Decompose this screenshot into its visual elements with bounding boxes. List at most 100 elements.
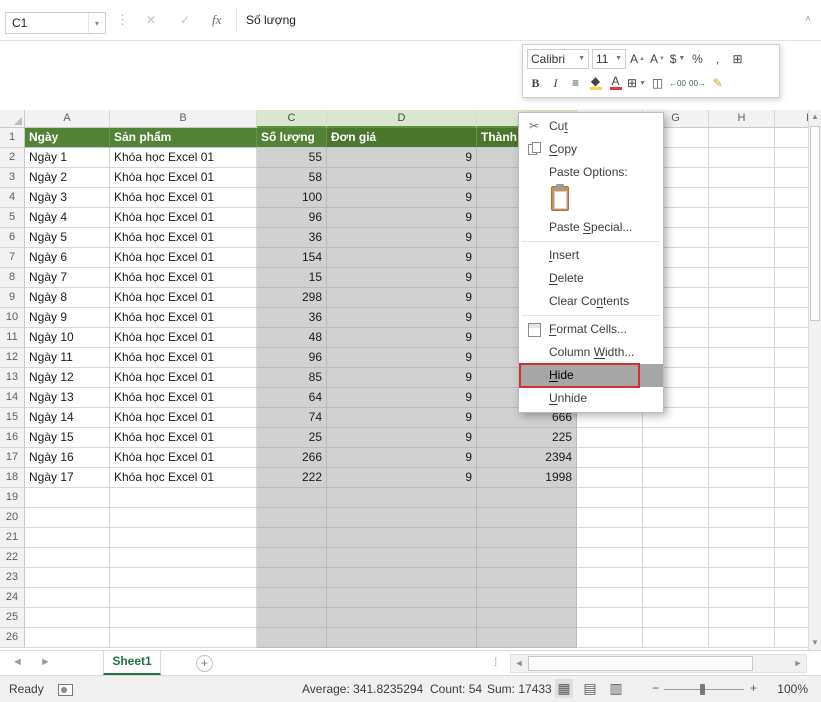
cell-G26[interactable] xyxy=(643,628,709,648)
page-break-view-button[interactable]: ▥ xyxy=(607,679,625,698)
menu-item-unhide[interactable]: Unhide xyxy=(519,387,663,410)
cell-H1[interactable] xyxy=(709,128,775,148)
cell-G18[interactable] xyxy=(643,468,709,488)
cell-B16[interactable]: Khóa học Excel 01 xyxy=(110,428,257,448)
cell-C11[interactable]: 48 xyxy=(257,328,327,348)
menu-item-insert[interactable]: Insert xyxy=(519,244,663,267)
cancel-icon[interactable]: ✕ xyxy=(146,13,156,27)
cell-E24[interactable] xyxy=(477,588,577,608)
fill-color-button[interactable]: ◆ xyxy=(587,73,604,93)
cell-B24[interactable] xyxy=(110,588,257,608)
row-header-14[interactable]: 14 xyxy=(0,388,25,408)
row-header-19[interactable]: 19 xyxy=(0,488,25,508)
cell-H9[interactable] xyxy=(709,288,775,308)
sheet-tab-sheet1[interactable]: Sheet1 xyxy=(103,651,161,675)
cell-B14[interactable]: Khóa học Excel 01 xyxy=(110,388,257,408)
zoom-slider[interactable] xyxy=(664,689,744,690)
row-header-23[interactable]: 23 xyxy=(0,568,25,588)
cell-A8[interactable]: Ngày 7 xyxy=(25,268,110,288)
cell-D9[interactable]: 9 xyxy=(327,288,477,308)
cell-D7[interactable]: 9 xyxy=(327,248,477,268)
cell-B9[interactable]: Khóa học Excel 01 xyxy=(110,288,257,308)
cell-E23[interactable] xyxy=(477,568,577,588)
column-header-I[interactable]: I xyxy=(775,110,808,128)
cell-I22[interactable] xyxy=(775,548,808,568)
cell-C14[interactable]: 64 xyxy=(257,388,327,408)
cell-I7[interactable] xyxy=(775,248,808,268)
cell-F19[interactable] xyxy=(577,488,643,508)
vertical-scroll-thumb[interactable] xyxy=(810,126,820,321)
tab-scroll-splitter[interactable]: ⁞ xyxy=(494,655,497,669)
cell-F25[interactable] xyxy=(577,608,643,628)
cell-C24[interactable] xyxy=(257,588,327,608)
cell-D18[interactable]: 9 xyxy=(327,468,477,488)
cell-B3[interactable]: Khóa học Excel 01 xyxy=(110,168,257,188)
row-header-2[interactable]: 2 xyxy=(0,148,25,168)
collapse-formula-bar-icon[interactable]: ˄ xyxy=(805,14,811,25)
cell-C12[interactable]: 96 xyxy=(257,348,327,368)
sheet-nav-left-icon[interactable]: ◄ xyxy=(12,656,23,668)
cell-E19[interactable] xyxy=(477,488,577,508)
cell-B12[interactable]: Khóa học Excel 01 xyxy=(110,348,257,368)
cell-C4[interactable]: 100 xyxy=(257,188,327,208)
cell-C6[interactable]: 36 xyxy=(257,228,327,248)
cell-A24[interactable] xyxy=(25,588,110,608)
cell-C9[interactable]: 298 xyxy=(257,288,327,308)
paste-option-button[interactable] xyxy=(519,184,663,216)
comma-style-button[interactable]: , xyxy=(709,49,726,69)
cell-H10[interactable] xyxy=(709,308,775,328)
cell-I24[interactable] xyxy=(775,588,808,608)
cell-A3[interactable]: Ngày 2 xyxy=(25,168,110,188)
cell-H11[interactable] xyxy=(709,328,775,348)
cell-C15[interactable]: 74 xyxy=(257,408,327,428)
cell-H23[interactable] xyxy=(709,568,775,588)
column-header-A[interactable]: A xyxy=(25,110,110,128)
cell-C23[interactable] xyxy=(257,568,327,588)
cell-I2[interactable] xyxy=(775,148,808,168)
cell-I6[interactable] xyxy=(775,228,808,248)
scroll-left-icon[interactable]: ◄ xyxy=(511,655,527,672)
cell-C16[interactable]: 25 xyxy=(257,428,327,448)
cell-D16[interactable]: 9 xyxy=(327,428,477,448)
cell-C3[interactable]: 58 xyxy=(257,168,327,188)
cell-I26[interactable] xyxy=(775,628,808,648)
column-header-D[interactable]: D xyxy=(327,110,477,128)
zoom-in-button[interactable]: + xyxy=(750,681,757,695)
cell-A4[interactable]: Ngày 3 xyxy=(25,188,110,208)
cell-E22[interactable] xyxy=(477,548,577,568)
cell-A9[interactable]: Ngày 8 xyxy=(25,288,110,308)
cell-I20[interactable] xyxy=(775,508,808,528)
cell-H3[interactable] xyxy=(709,168,775,188)
horizontal-scroll-thumb[interactable] xyxy=(528,656,753,671)
cell-E17[interactable]: 2394 xyxy=(477,448,577,468)
cell-I15[interactable] xyxy=(775,408,808,428)
menu-item-copy[interactable]: Copy xyxy=(519,138,663,161)
cell-D25[interactable] xyxy=(327,608,477,628)
cell-C8[interactable]: 15 xyxy=(257,268,327,288)
row-header-10[interactable]: 10 xyxy=(0,308,25,328)
cell-A15[interactable]: Ngày 14 xyxy=(25,408,110,428)
cell-I9[interactable] xyxy=(775,288,808,308)
row-header-26[interactable]: 26 xyxy=(0,628,25,648)
row-header-1[interactable]: 1 xyxy=(0,128,25,148)
row-header-11[interactable]: 11 xyxy=(0,328,25,348)
format-as-table-icon[interactable]: ⊞ xyxy=(729,49,746,69)
cell-A17[interactable]: Ngày 16 xyxy=(25,448,110,468)
font-name-select[interactable]: Calibri ▼ xyxy=(527,49,589,69)
cell-I14[interactable] xyxy=(775,388,808,408)
cell-D11[interactable]: 9 xyxy=(327,328,477,348)
cell-A16[interactable]: Ngày 15 xyxy=(25,428,110,448)
cell-A26[interactable] xyxy=(25,628,110,648)
menu-item-paste-options[interactable]: Paste Options: xyxy=(519,161,663,184)
bold-button[interactable]: B xyxy=(527,73,544,93)
cell-H16[interactable] xyxy=(709,428,775,448)
cell-G23[interactable] xyxy=(643,568,709,588)
cell-F18[interactable] xyxy=(577,468,643,488)
cell-A12[interactable]: Ngày 11 xyxy=(25,348,110,368)
cell-D19[interactable] xyxy=(327,488,477,508)
cell-I5[interactable] xyxy=(775,208,808,228)
cell-A1[interactable]: Ngày xyxy=(25,128,110,148)
cell-A18[interactable]: Ngày 17 xyxy=(25,468,110,488)
menu-item-cut[interactable]: ✂Cut xyxy=(519,115,663,138)
cell-D5[interactable]: 9 xyxy=(327,208,477,228)
